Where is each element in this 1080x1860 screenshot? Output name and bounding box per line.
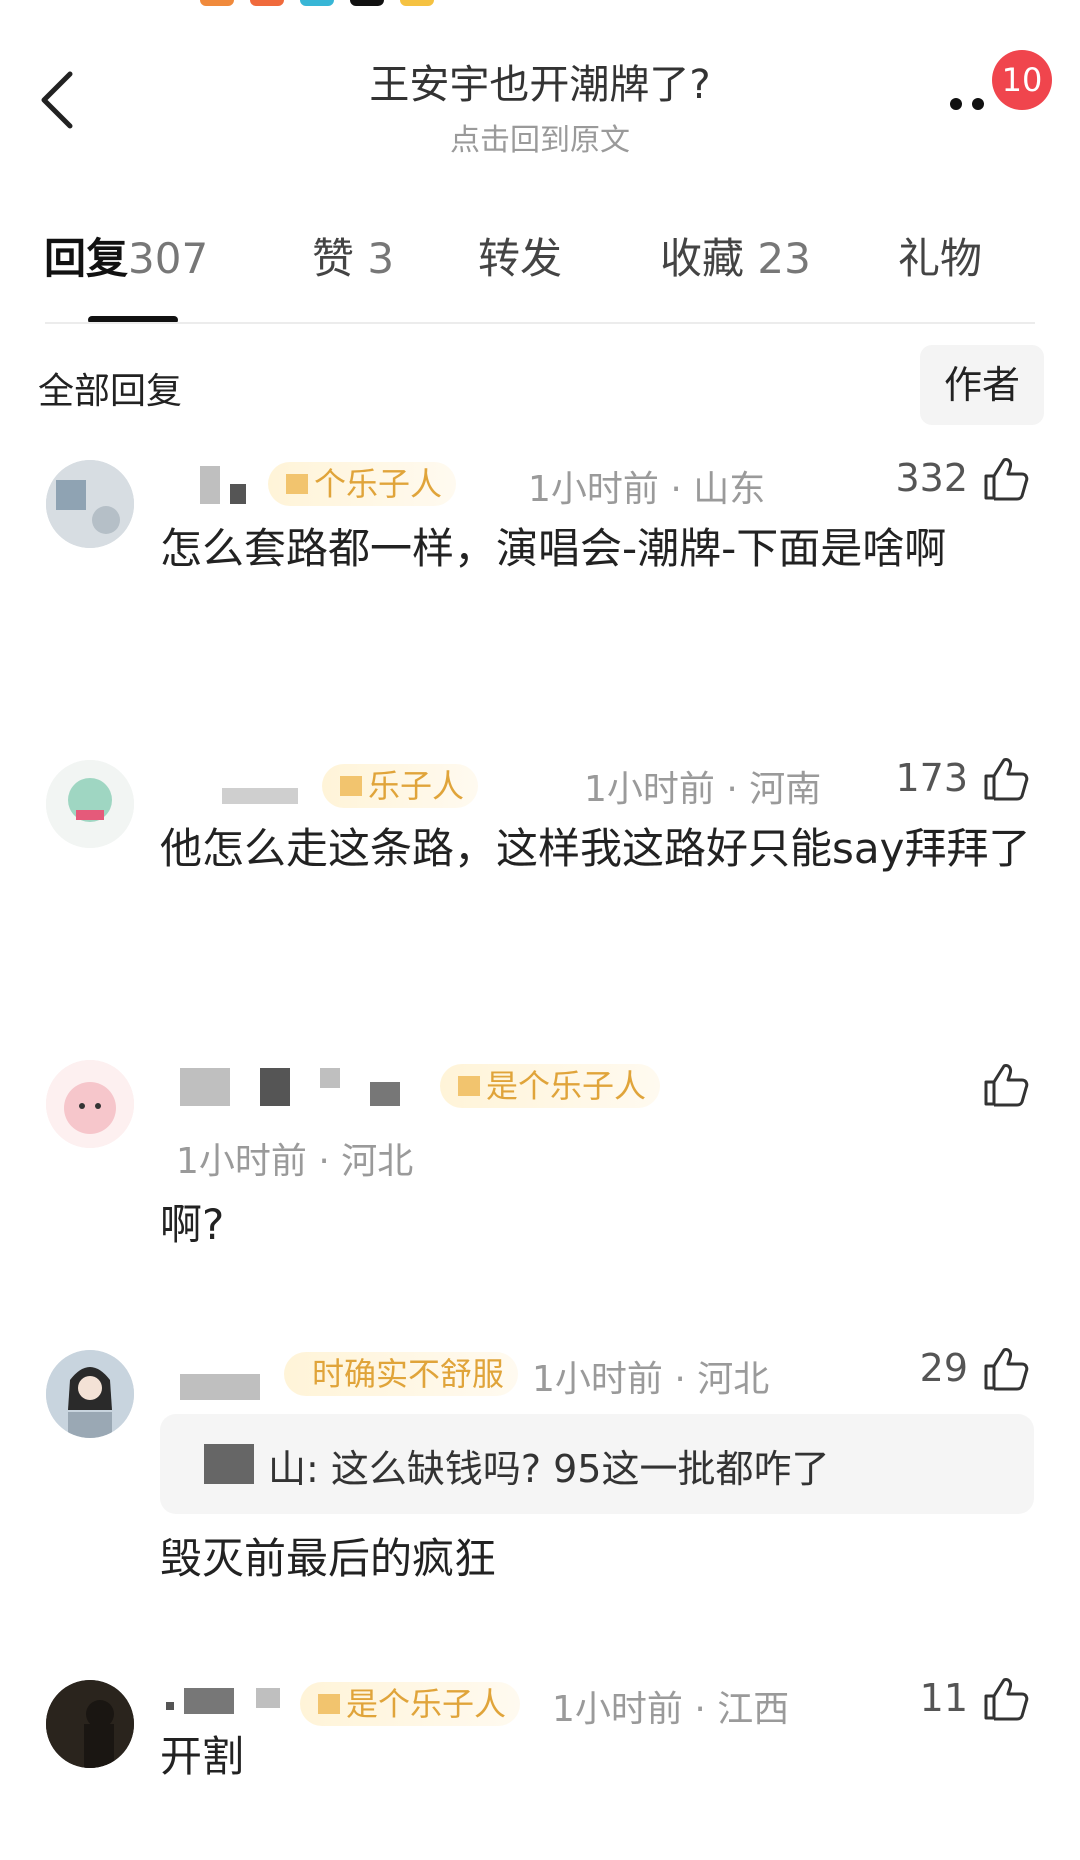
thumb-up-icon[interactable] <box>980 1060 1030 1110</box>
comment-meta: 1小时前 · 河南 <box>584 769 822 810</box>
fan-tag-label: 时确实不舒服 <box>312 1355 505 1393</box>
comment-item: 个乐子人 1小时前 · 山东 332 怎么套路都一样，演唱会-潮牌-下面是啥啊 <box>0 456 1080 690</box>
comment-text: 怎么套路都一样，演唱会-潮牌-下面是啥啊 <box>160 524 947 573</box>
status-app-icon <box>250 0 284 6</box>
fan-tag[interactable]: 时确实不舒服 <box>284 1352 519 1396</box>
comment-item: 乐子人 1小时前 · 河南 173 他怎么走这条路，这样我这路好只能say拜拜了 <box>0 756 1080 990</box>
fan-tag-label: 乐子人 <box>368 767 465 805</box>
fan-tag-label: 是个乐子人 <box>486 1067 647 1105</box>
fan-tag[interactable]: 个乐子人 <box>268 462 457 506</box>
comment-meta: 1小时前 · 山东 <box>528 469 766 510</box>
avatar[interactable] <box>46 760 134 848</box>
comment-item: 是个乐子人 1小时前 · 江西 11 开割 <box>0 1676 1080 1840</box>
like-count: 11 <box>919 1676 968 1720</box>
like-count: 332 <box>895 456 968 500</box>
username-redacted[interactable] <box>200 466 250 504</box>
tab-label: 赞 <box>312 234 355 283</box>
tab-replies[interactable]: 回复307 <box>44 225 208 286</box>
quote-username-redacted <box>204 1444 254 1484</box>
thumb-up-icon[interactable] <box>980 1344 1030 1394</box>
more-icon <box>950 98 962 110</box>
avatar[interactable] <box>46 1680 134 1768</box>
avatar[interactable] <box>46 460 134 548</box>
status-app-icon <box>400 0 434 6</box>
page-title: 王安宇也开潮牌了? <box>369 62 711 108</box>
status-app-icon <box>200 0 234 6</box>
avatar[interactable] <box>46 1060 134 1148</box>
author-filter-button[interactable]: 作者 <box>920 345 1044 425</box>
tab-favorites[interactable]: 收藏 23 <box>660 225 811 286</box>
avatar-image <box>46 1060 134 1148</box>
status-bar <box>0 0 1080 14</box>
tab-label: 礼物 <box>898 234 983 283</box>
avatar[interactable] <box>46 1350 134 1438</box>
status-app-icon <box>350 0 384 6</box>
tab-count: 3 <box>367 234 395 283</box>
tab-bar: 回复307 赞 3 转发 收藏 23 礼物 <box>0 225 1080 295</box>
username-redacted[interactable] <box>180 1068 410 1106</box>
tab-label: 收藏 <box>660 234 745 283</box>
comment-text: 毁灭前最后的疯狂 <box>160 1534 497 1583</box>
thumb-up-icon[interactable] <box>980 1674 1030 1724</box>
comment-text: 啊? <box>160 1200 225 1249</box>
avatar-image <box>46 1350 134 1438</box>
more-button[interactable] <box>950 92 1000 112</box>
avatar-image <box>46 760 134 848</box>
comment-text: 他怎么走这条路，这样我这路好只能say拜拜了 <box>160 824 1031 873</box>
section-title: 全部回复 <box>38 371 183 412</box>
more-icon <box>972 98 984 110</box>
tab-gifts[interactable]: 礼物 <box>898 225 982 286</box>
avatar-image <box>46 1680 134 1768</box>
notification-badge: 10 <box>992 50 1052 110</box>
comment-meta: 1小时前 · 河北 <box>176 1141 414 1182</box>
avatar-image <box>46 460 134 548</box>
comment-text: 开割 <box>160 1732 245 1781</box>
username-redacted[interactable] <box>180 1374 260 1412</box>
tab-label: 转发 <box>478 234 563 283</box>
thumb-up-icon[interactable] <box>980 454 1030 504</box>
quoted-reply[interactable]: 山: 这么缺钱吗? 95这一批都咋了 <box>160 1414 1034 1514</box>
comment-meta: 1小时前 · 河北 <box>532 1359 770 1400</box>
fan-tag-label: 个乐子人 <box>314 465 443 503</box>
fan-tag[interactable]: 乐子人 <box>322 764 479 808</box>
comment-item: 是个乐子人 1小时前 · 河北 啊? <box>0 1060 1080 1260</box>
back-to-post-link[interactable]: 点击回到原文 <box>0 115 1080 159</box>
thumb-up-icon[interactable] <box>980 754 1030 804</box>
status-app-icon <box>300 0 334 6</box>
tab-count: 23 <box>757 234 811 283</box>
comment-item: 时确实不舒服 1小时前 · 河北 29 山: 这么缺钱吗? 95这一批都咋了 毁… <box>0 1346 1080 1590</box>
fan-tag[interactable]: 是个乐子人 <box>440 1064 661 1108</box>
quoted-reply-text: 山: 这么缺钱吗? 95这一批都咋了 <box>268 1447 830 1491</box>
tab-label: 回复 <box>44 234 129 283</box>
like-count: 173 <box>895 756 968 800</box>
tab-likes[interactable]: 赞 3 <box>312 225 394 286</box>
tab-reposts[interactable]: 转发 <box>478 225 562 286</box>
like-count: 29 <box>919 1346 968 1390</box>
divider <box>45 322 1035 324</box>
tab-count: 307 <box>128 234 209 283</box>
